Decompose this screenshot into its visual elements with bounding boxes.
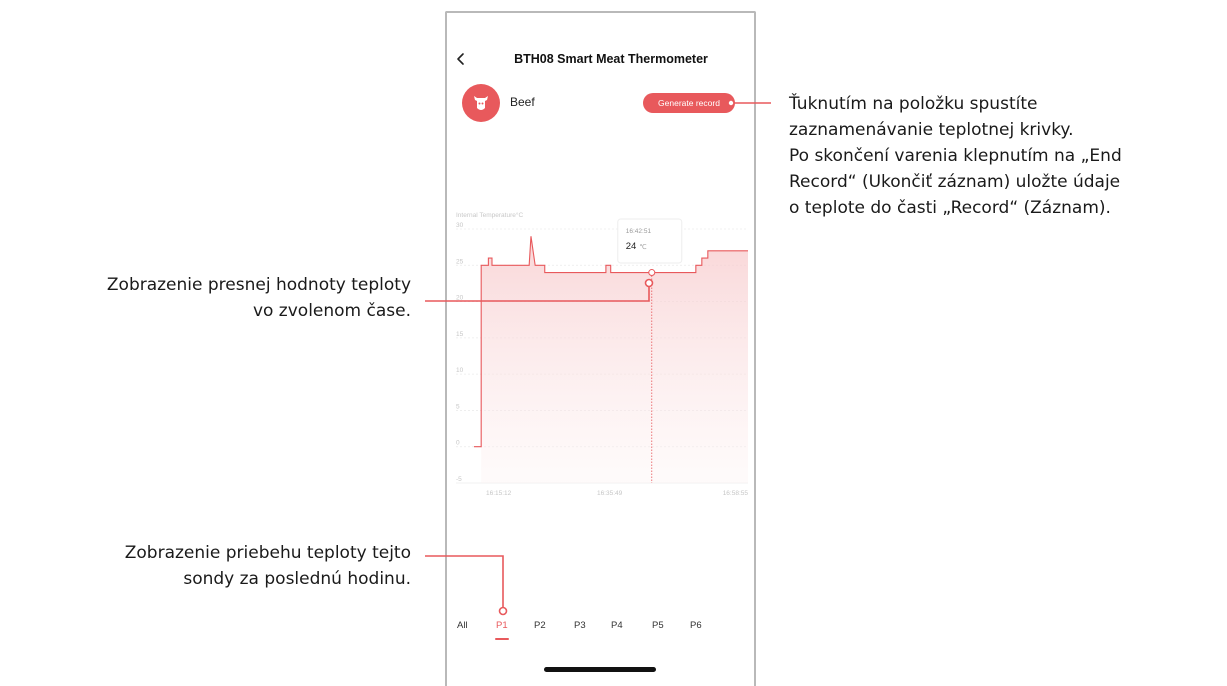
tab-p3[interactable]: P3 (574, 620, 586, 631)
x-tick-label: 16:15:12 (486, 490, 512, 497)
tab-p4[interactable]: P4 (611, 620, 623, 631)
tab-p5[interactable]: P5 (652, 620, 664, 631)
callout-line: Zobrazenie priebehu teploty tejto (124, 543, 411, 563)
callout-line: sondy za poslednú hodinu. (183, 569, 411, 589)
y-axis-label: Internal Temperature°C (456, 211, 523, 219)
callout-exact-value: Zobrazenie presnej hodnoty teploty vo zv… (0, 272, 411, 324)
home-indicator (544, 667, 656, 672)
y-tick-label: 20 (456, 295, 464, 302)
x-tick-label: 16:58:55 (723, 490, 748, 497)
generate-record-button[interactable]: Generate record (643, 93, 735, 113)
tooltip-value-number: 24 (626, 241, 637, 252)
callout-line: Po skončení varenia klepnutím na „End (789, 146, 1122, 166)
callout-line: vo zvolenom čase. (252, 301, 411, 321)
y-tick-label: 5 (456, 403, 460, 410)
y-tick-label: -5 (456, 476, 462, 483)
food-label: Beef (510, 95, 535, 109)
callout-line: zaznamenávanie teplotnej krivky. (789, 120, 1074, 140)
food-avatar (462, 84, 500, 122)
callout-line: o teplote do časti „Record“ (Záznam). (789, 198, 1111, 218)
y-tick-label: 30 (456, 222, 464, 229)
cursor-point[interactable] (648, 269, 656, 277)
value-tooltip: 16:42:51 24 ℃ (617, 218, 683, 264)
active-tab-indicator (495, 638, 509, 640)
callout-line: Zobrazenie presnej hodnoty teploty (106, 275, 411, 295)
callout-generate-record: Ťuknutím na položku spustíte zaznamenáva… (789, 91, 1227, 221)
back-button[interactable] (454, 49, 468, 69)
chevron-left-icon (457, 53, 464, 65)
tooltip-time: 16:42:51 (626, 228, 652, 235)
y-tick-label: 15 (456, 331, 464, 338)
temperature-chart[interactable]: Internal Temperature°C 16:42:51 24 ℃ 30 25… (446, 200, 748, 505)
tooltip-unit: ℃ (639, 243, 646, 251)
y-tick-label: 25 (456, 258, 464, 265)
tab-p6[interactable]: P6 (690, 620, 702, 631)
tab-all[interactable]: All (457, 620, 468, 631)
callout-probe-history: Zobrazenie priebehu teploty tejto sondy … (0, 540, 411, 592)
cow-head-icon (474, 96, 488, 110)
callout-line: Ťuknutím na položku spustíte (789, 94, 1038, 114)
temperature-area (481, 236, 748, 483)
callout-line: Record“ (Ukončiť záznam) uložte údaje (789, 172, 1121, 192)
tab-p1[interactable]: P1 (496, 620, 508, 631)
y-tick-label: 10 (456, 367, 464, 374)
x-tick-label: 16:35:49 (597, 490, 623, 497)
tab-p2[interactable]: P2 (534, 620, 546, 631)
y-tick-label: 0 (456, 440, 460, 447)
page-title: BTH08 Smart Meat Thermometer (514, 52, 708, 66)
probe-tabs: All P1 P2 P3 P4 P5 P6 (446, 620, 746, 650)
